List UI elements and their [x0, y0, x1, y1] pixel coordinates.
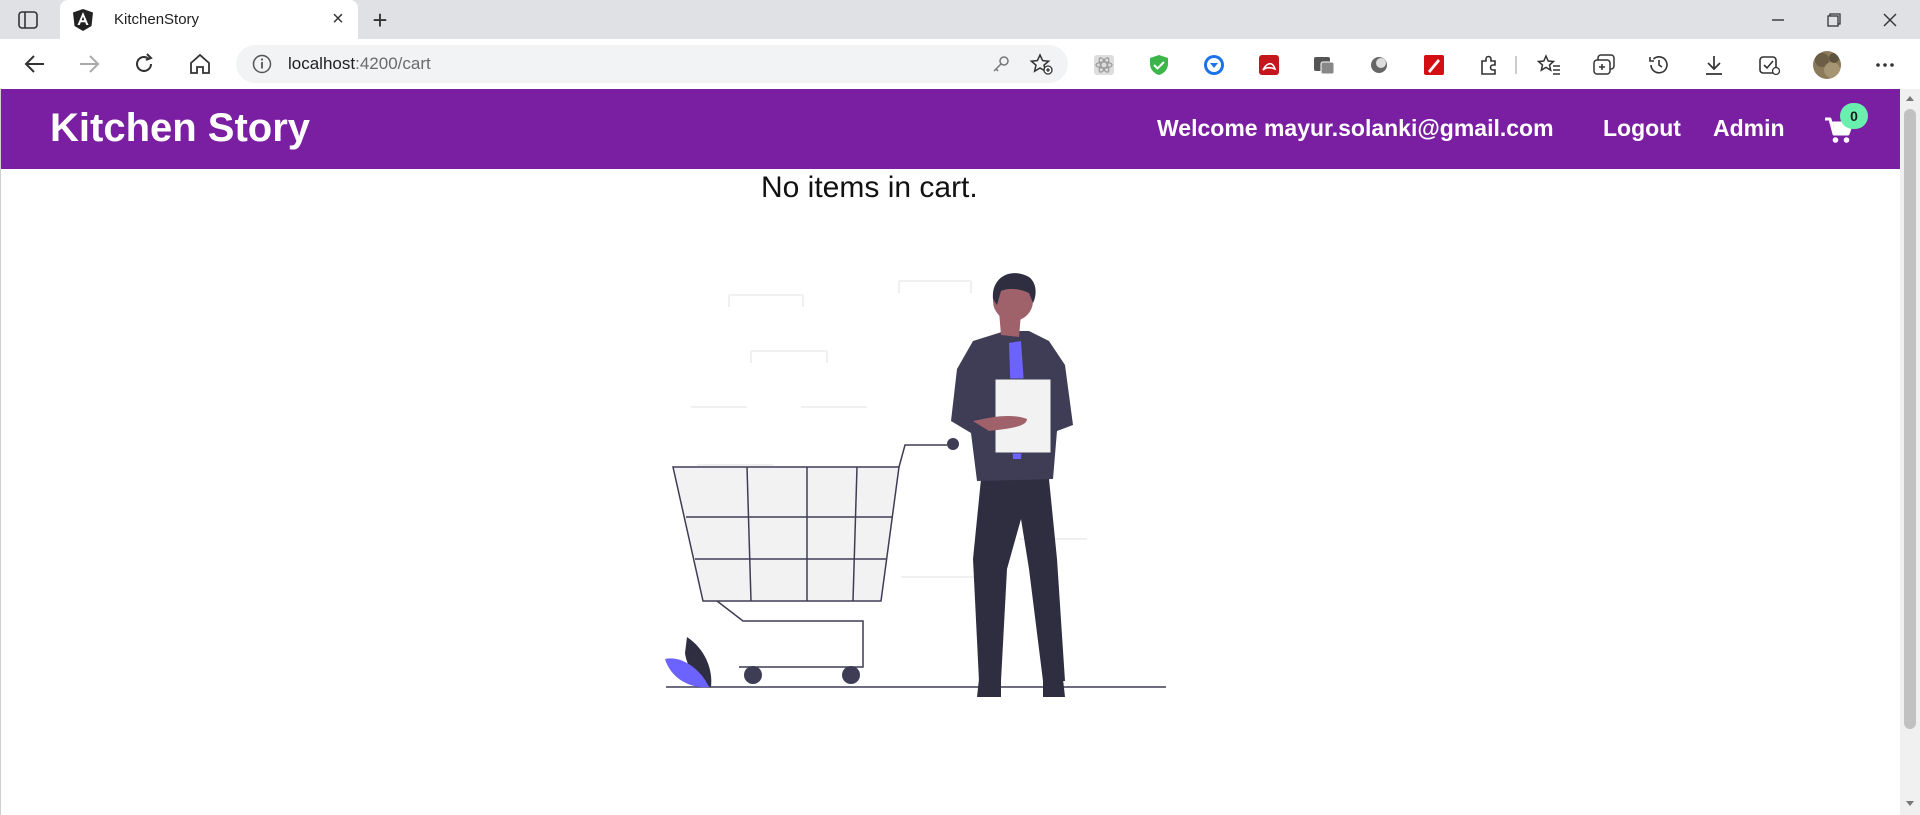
url-path: :4200/cart [355, 54, 431, 73]
shield-icon[interactable] [1146, 52, 1172, 78]
logout-link[interactable]: Logout [1603, 115, 1681, 142]
downloads-icon[interactable] [1701, 52, 1727, 78]
minimize-icon[interactable] [1750, 0, 1806, 39]
history-icon[interactable] [1646, 52, 1672, 78]
back-icon[interactable] [16, 47, 52, 81]
home-icon[interactable] [182, 47, 218, 81]
key-icon[interactable] [986, 49, 1016, 79]
more-icon[interactable] [1872, 52, 1898, 78]
react-devtools-icon[interactable] [1091, 52, 1117, 78]
circle-icon[interactable] [1366, 52, 1392, 78]
scroll-down-arrow-icon[interactable] [1904, 797, 1916, 811]
tab-strip: KitchenStory × + [0, 0, 1920, 39]
welcome-text: Welcome mayur.solanki@gmail.com [1157, 115, 1554, 141]
collections-icon[interactable] [1591, 52, 1617, 78]
page-scrollbar[interactable] [1900, 89, 1920, 815]
add-favorite-icon[interactable] [1026, 49, 1056, 79]
download-icon[interactable] [1201, 52, 1227, 78]
angular-icon [72, 8, 94, 31]
app-navbar: Kitchen Story Welcome mayur.solanki@gmai… [1, 89, 1900, 169]
app-viewport: Kitchen Story Welcome mayur.solanki@gmai… [0, 89, 1901, 815]
profile-avatar[interactable] [1812, 50, 1842, 80]
url-host: localhost [288, 54, 356, 73]
forward-icon[interactable] [72, 47, 108, 81]
info-icon[interactable] [250, 52, 274, 76]
url-text: localhost:4200/cart [288, 54, 986, 74]
cart-count-badge: 0 [1840, 103, 1868, 129]
address-bar[interactable]: localhost:4200/cart [236, 45, 1068, 83]
shopping-cart [672, 444, 947, 668]
empty-cart-message: No items in cart. [761, 171, 978, 204]
pdf-icon[interactable] [1256, 52, 1282, 78]
favorites-icon[interactable] [1536, 52, 1562, 78]
toolbar-divider [1514, 52, 1518, 78]
admin-link[interactable]: Admin [1713, 115, 1785, 142]
brand-title[interactable]: Kitchen Story [50, 106, 310, 151]
close-icon[interactable]: × [324, 6, 352, 34]
person-figure [951, 273, 1073, 697]
browser-toolbar: localhost:4200/cart [0, 39, 1920, 90]
capture-icon[interactable] [1311, 52, 1337, 78]
tab-title: KitchenStory [114, 11, 200, 28]
tab-kitchenstory[interactable]: KitchenStory × [60, 0, 358, 39]
new-tab-button[interactable]: + [366, 5, 394, 35]
plant-icon [665, 637, 712, 688]
empty-cart-illustration [661, 259, 1181, 704]
scroll-up-arrow-icon[interactable] [1904, 91, 1916, 105]
sidebar-icon[interactable] [14, 8, 42, 32]
reload-icon[interactable] [126, 47, 162, 81]
extensions-icon[interactable] [1476, 52, 1502, 78]
scrollbar-thumb[interactable] [1904, 109, 1916, 729]
window-close-icon[interactable] [1862, 0, 1918, 39]
performance-icon[interactable] [1756, 52, 1782, 78]
restore-icon[interactable] [1806, 0, 1862, 39]
pen-icon[interactable] [1421, 52, 1447, 78]
